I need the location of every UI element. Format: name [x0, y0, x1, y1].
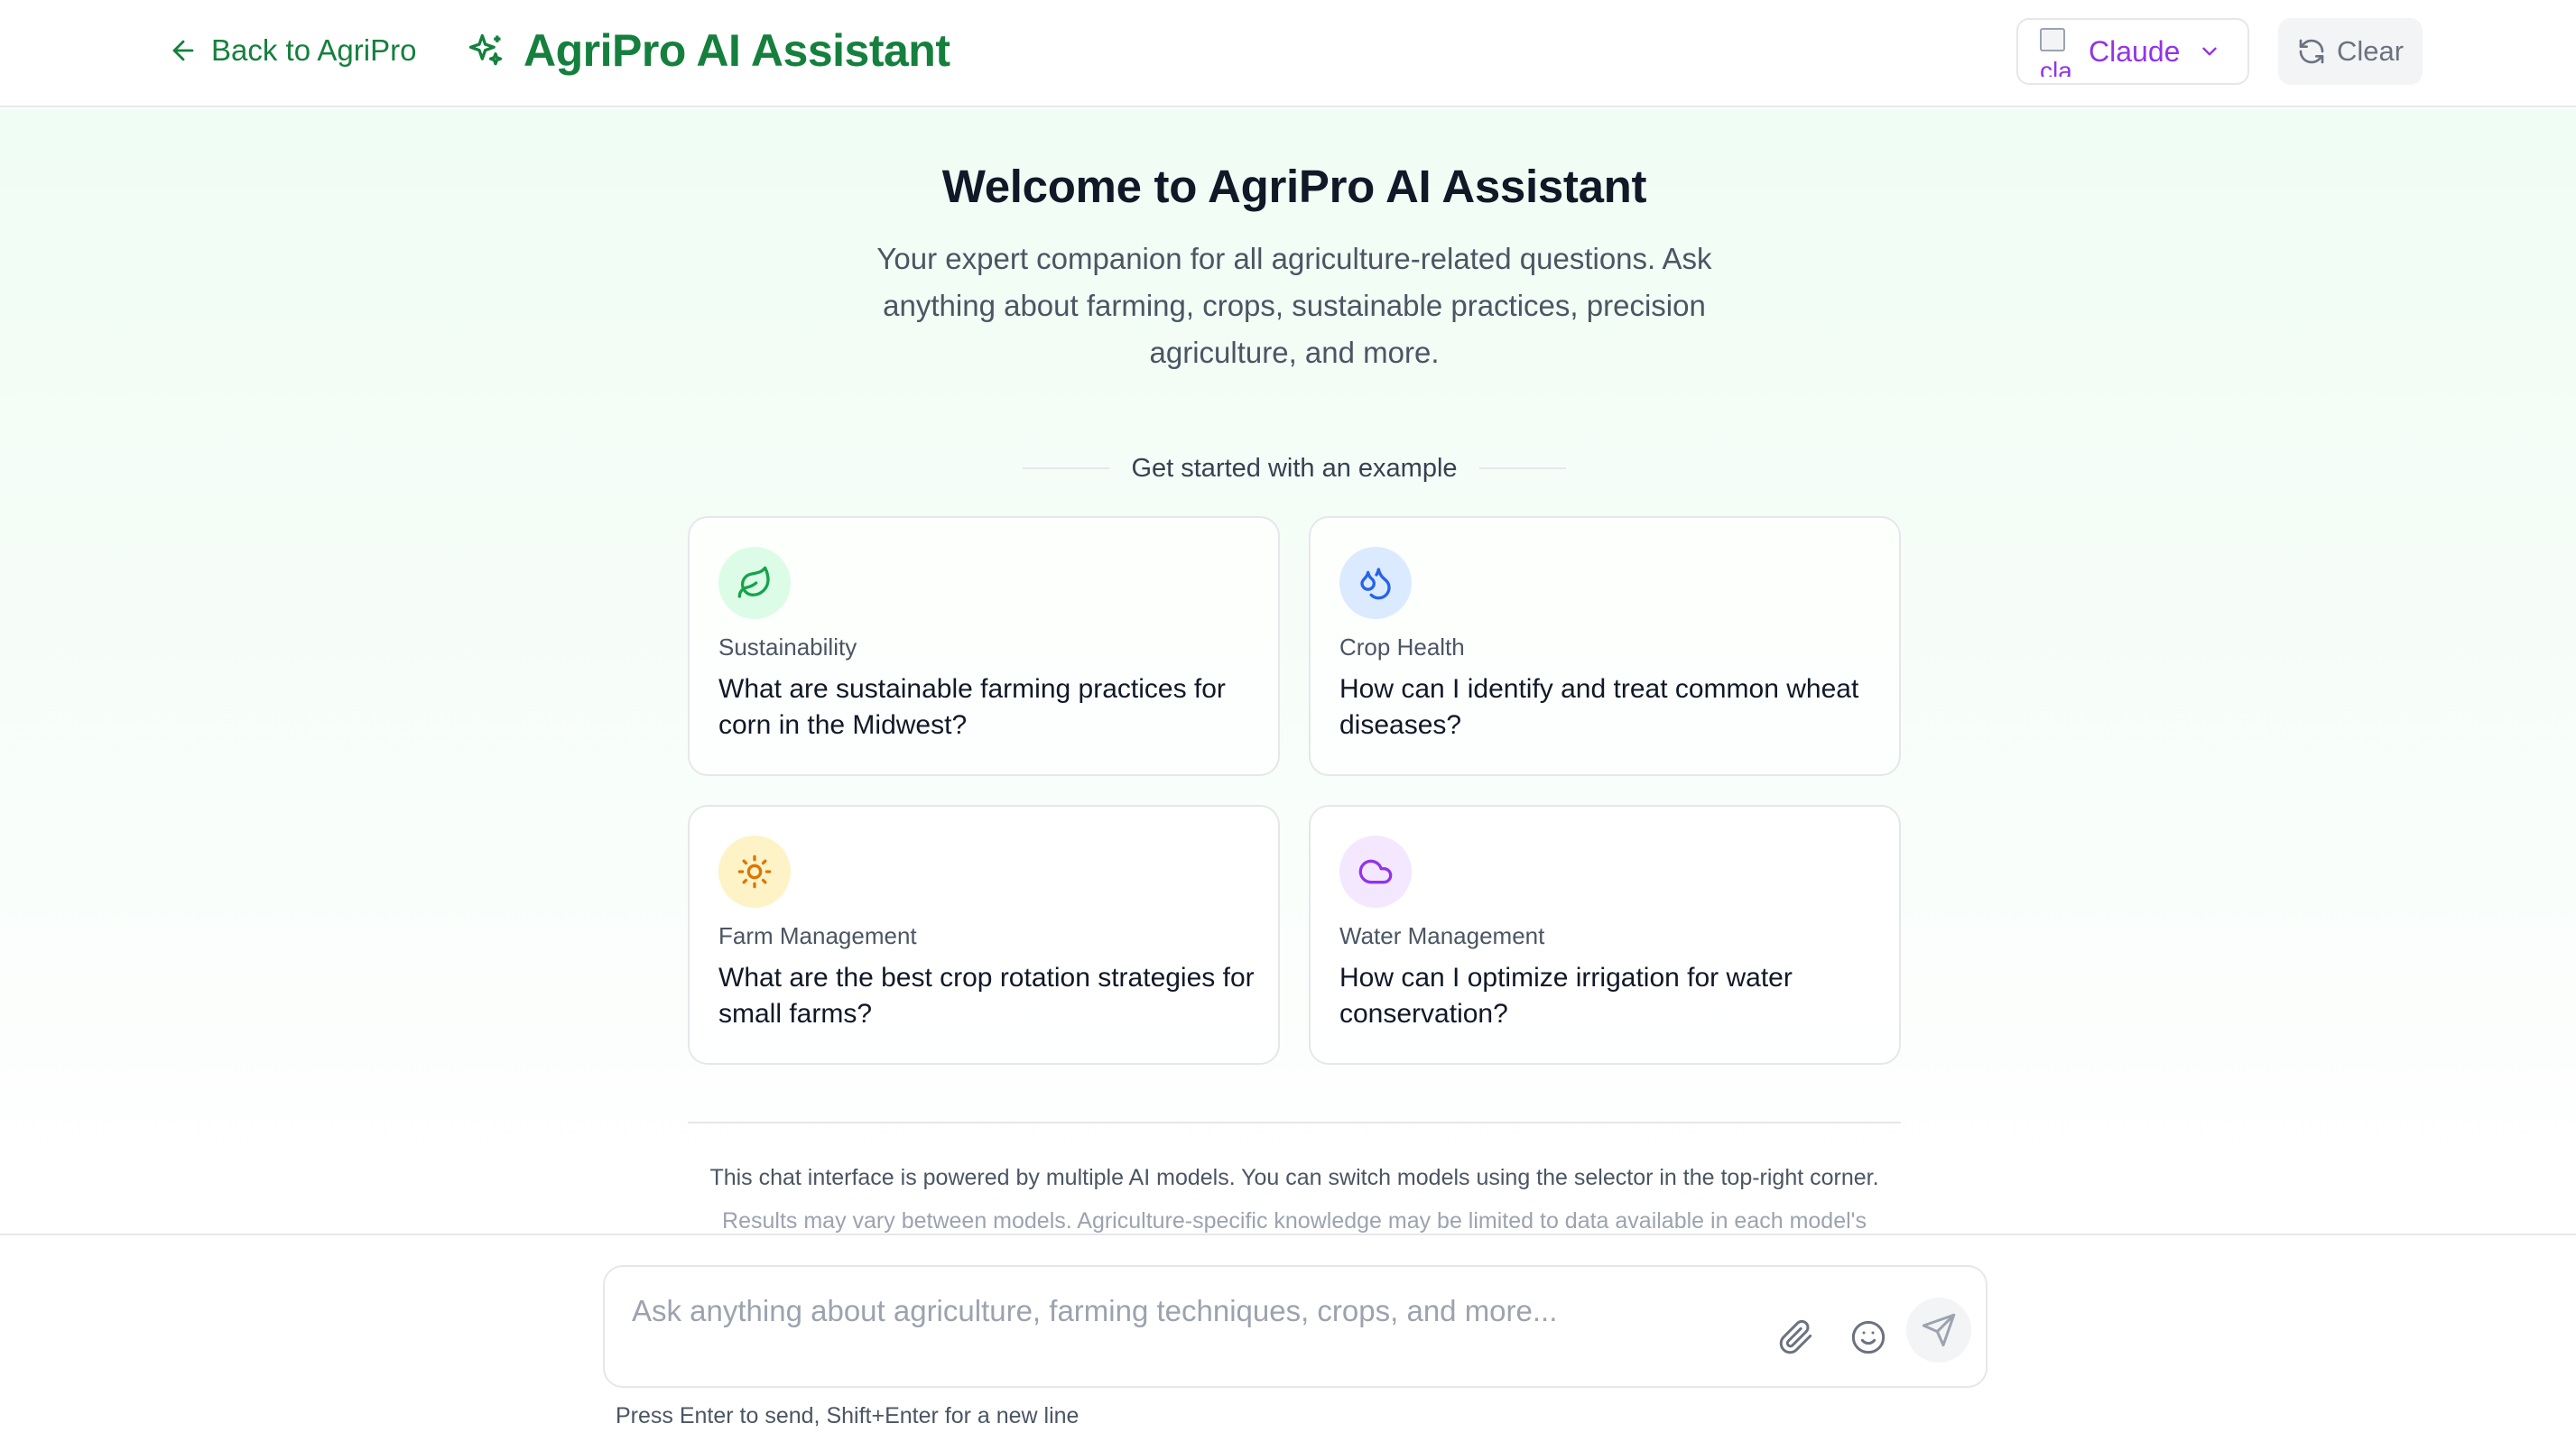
send-button[interactable] [1906, 1298, 1971, 1363]
message-composer: Press Enter to send, Shift+Enter for a n… [0, 1234, 2576, 1451]
back-to-agripro-link[interactable]: Back to AgriPro [168, 27, 416, 74]
clear-chat-button[interactable]: Clear [2278, 18, 2423, 85]
paperclip-icon [1779, 1319, 1812, 1354]
page-title: AgriPro AI Assistant [524, 25, 950, 76]
model-logo-alt: cla [2040, 57, 2072, 78]
example-icon-badge [1339, 836, 1412, 908]
example-icon-badge [718, 836, 791, 908]
top-header: Back to AgriPro AgriPro AI Assistant cla… [0, 0, 2576, 107]
example-category: Sustainability [718, 633, 857, 661]
composer-hint: Press Enter to send, Shift+Enter for a n… [616, 1403, 1080, 1428]
back-link-label: Back to AgriPro [211, 33, 417, 67]
arrow-left-icon [172, 40, 194, 61]
model-logo: cla [2038, 26, 2078, 77]
example-category: Crop Health [1339, 633, 1465, 661]
examples-heading: Get started with an example [1131, 453, 1458, 483]
cloud-icon [1358, 859, 1393, 884]
example-card-crop-health[interactable]: Crop Health How can I identify and treat… [1309, 516, 1901, 776]
example-question: What are the best crop rotation strategi… [718, 963, 1255, 1029]
welcome-subtitle: Your expert companion for all agricultur… [876, 242, 1712, 369]
sparkles-icon [468, 33, 503, 66]
example-category: Water Management [1339, 922, 1545, 949]
droplets-icon [1360, 568, 1391, 600]
example-question: How can I identify and treat common whea… [1339, 674, 1859, 740]
disclaimer-line-2: Results may vary between models. Agricul… [722, 1208, 1867, 1234]
smile-icon [1851, 1320, 1886, 1354]
emoji-button[interactable] [1841, 1310, 1895, 1364]
divider-line-left [1023, 467, 1110, 469]
attach-button[interactable] [1769, 1310, 1823, 1364]
disclaimer-divider [688, 1122, 1901, 1123]
example-icon-badge [1339, 547, 1412, 619]
message-input[interactable] [632, 1294, 1760, 1348]
example-card-water-management[interactable]: Water Management How can I optimize irri… [1309, 805, 1901, 1065]
app-brand: AgriPro AI Assistant [466, 22, 950, 79]
sun-icon [737, 855, 772, 889]
model-selector[interactable]: cla Claude [2016, 18, 2249, 85]
leaf-icon [737, 566, 770, 598]
example-question: What are sustainable farming practices f… [718, 674, 1226, 740]
chat-main-area[interactable]: Welcome to AgriPro AI Assistant Your exp… [0, 109, 2576, 1234]
example-question: How can I optimize irrigation for water … [1339, 963, 1793, 1029]
send-icon [1922, 1313, 1956, 1347]
divider-line-right [1478, 467, 1566, 469]
clear-label: Clear [2336, 35, 2405, 67]
message-input-box[interactable] [603, 1265, 1988, 1388]
example-card-sustainability[interactable]: Sustainability What are sustainable farm… [688, 516, 1280, 776]
example-card-farm-management[interactable]: Farm Management What are the best crop r… [688, 805, 1280, 1065]
broken-image-icon [2040, 28, 2065, 51]
refresh-icon [2299, 39, 2324, 64]
welcome-title: Welcome to AgriPro AI Assistant [941, 161, 1647, 212]
model-selected-name: Claude [2089, 34, 2181, 68]
examples-divider: Get started with an example [1016, 450, 1572, 486]
chevron-down-icon [2202, 47, 2218, 56]
example-category: Farm Management [718, 922, 917, 949]
example-icon-badge [718, 547, 791, 619]
disclaimer-line-1: This chat interface is powered by multip… [709, 1165, 1879, 1190]
